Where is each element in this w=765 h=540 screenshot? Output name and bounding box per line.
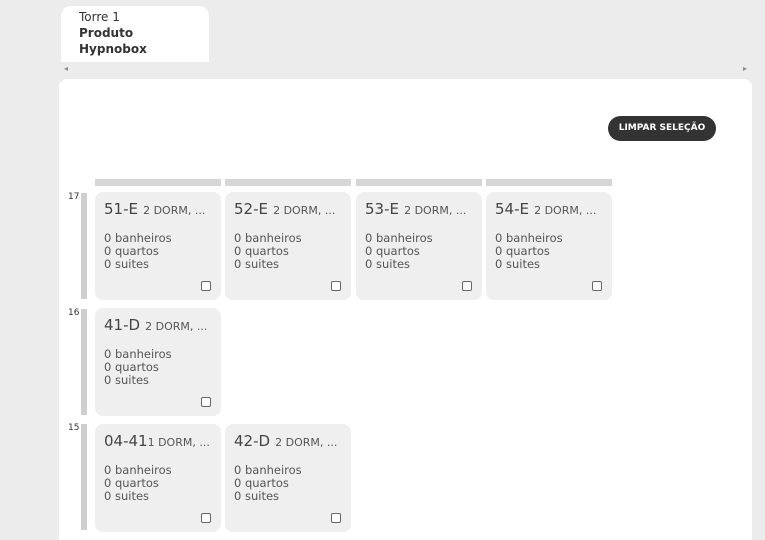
product-name: Hypnobox <box>79 42 147 56</box>
unit-checkbox[interactable] <box>331 513 341 523</box>
floor-label: 15 <box>68 423 80 433</box>
unit-checkbox[interactable] <box>592 281 602 291</box>
unit-description: 2 DORM, ... <box>534 204 597 217</box>
unit-card[interactable]: 53-E 2 DORM, ... 0 banheiros 0 quartos 0… <box>356 192 482 300</box>
floor-label: 17 <box>68 192 80 202</box>
unit-suites: 0 suites <box>104 489 150 503</box>
scroll-left-icon[interactable]: ◂ <box>64 65 68 73</box>
unit-description: 2 DORM, ... <box>145 320 208 333</box>
floor-bar <box>81 424 87 530</box>
unit-suites: 0 suites <box>234 257 280 271</box>
floor-bar <box>81 309 87 415</box>
unit-code: 42-D <box>234 432 271 450</box>
unit-card[interactable]: 54-E 2 DORM, ... 0 banheiros 0 quartos 0… <box>486 192 612 300</box>
unit-description: 2 DORM, ... <box>275 436 338 449</box>
unit-description: 2 DORM, ... <box>143 204 206 217</box>
column-header <box>356 179 482 186</box>
unit-checkbox[interactable] <box>331 281 341 291</box>
floor-bar <box>81 193 87 299</box>
unit-suites: 0 suites <box>104 373 150 387</box>
unit-card[interactable]: 04-411 DORM, ... 0 banheiros 0 quartos 0… <box>95 424 221 532</box>
unit-card[interactable]: 42-D 2 DORM, ... 0 banheiros 0 quartos 0… <box>225 424 351 532</box>
unit-suites: 0 suites <box>104 257 150 271</box>
unit-card[interactable]: 41-D 2 DORM, ... 0 banheiros 0 quartos 0… <box>95 308 221 416</box>
unit-code: 52-E <box>234 200 268 218</box>
unit-description: 2 DORM, ... <box>273 204 336 217</box>
unit-checkbox[interactable] <box>201 397 211 407</box>
unit-card[interactable]: 51-E 2 DORM, ... 0 banheiros 0 quartos 0… <box>95 192 221 300</box>
clear-selection-button[interactable]: LIMPAR SELEÇÃO <box>608 116 716 141</box>
unit-checkbox[interactable] <box>201 513 211 523</box>
unit-checkbox[interactable] <box>201 281 211 291</box>
units-panel: LIMPAR SELEÇÃO 17 51-E 2 DORM, ... 0 ban… <box>59 79 752 540</box>
tower-name: Torre 1 <box>79 10 120 24</box>
unit-checkbox[interactable] <box>462 281 472 291</box>
unit-description: 1 DORM, ... <box>147 436 210 449</box>
column-header <box>95 179 221 186</box>
unit-suites: 0 suites <box>234 489 280 503</box>
unit-suites: 0 suites <box>495 257 541 271</box>
tower-tab[interactable]: Torre 1 Produto Hypnobox <box>61 6 209 62</box>
horizontal-scrollbar[interactable]: ◂ ▸ <box>59 61 752 78</box>
unit-code: 04-41 <box>104 432 148 450</box>
unit-code: 53-E <box>365 200 399 218</box>
floor-label: 16 <box>68 308 80 318</box>
unit-code: 51-E <box>104 200 138 218</box>
unit-code: 54-E <box>495 200 529 218</box>
scroll-right-icon[interactable]: ▸ <box>743 65 747 73</box>
unit-code: 41-D <box>104 316 141 334</box>
unit-card[interactable]: 52-E 2 DORM, ... 0 banheiros 0 quartos 0… <box>225 192 351 300</box>
unit-suites: 0 suites <box>365 257 411 271</box>
column-header <box>225 179 351 186</box>
product-label: Produto <box>79 26 134 40</box>
column-header <box>486 179 612 186</box>
unit-description: 2 DORM, ... <box>404 204 467 217</box>
